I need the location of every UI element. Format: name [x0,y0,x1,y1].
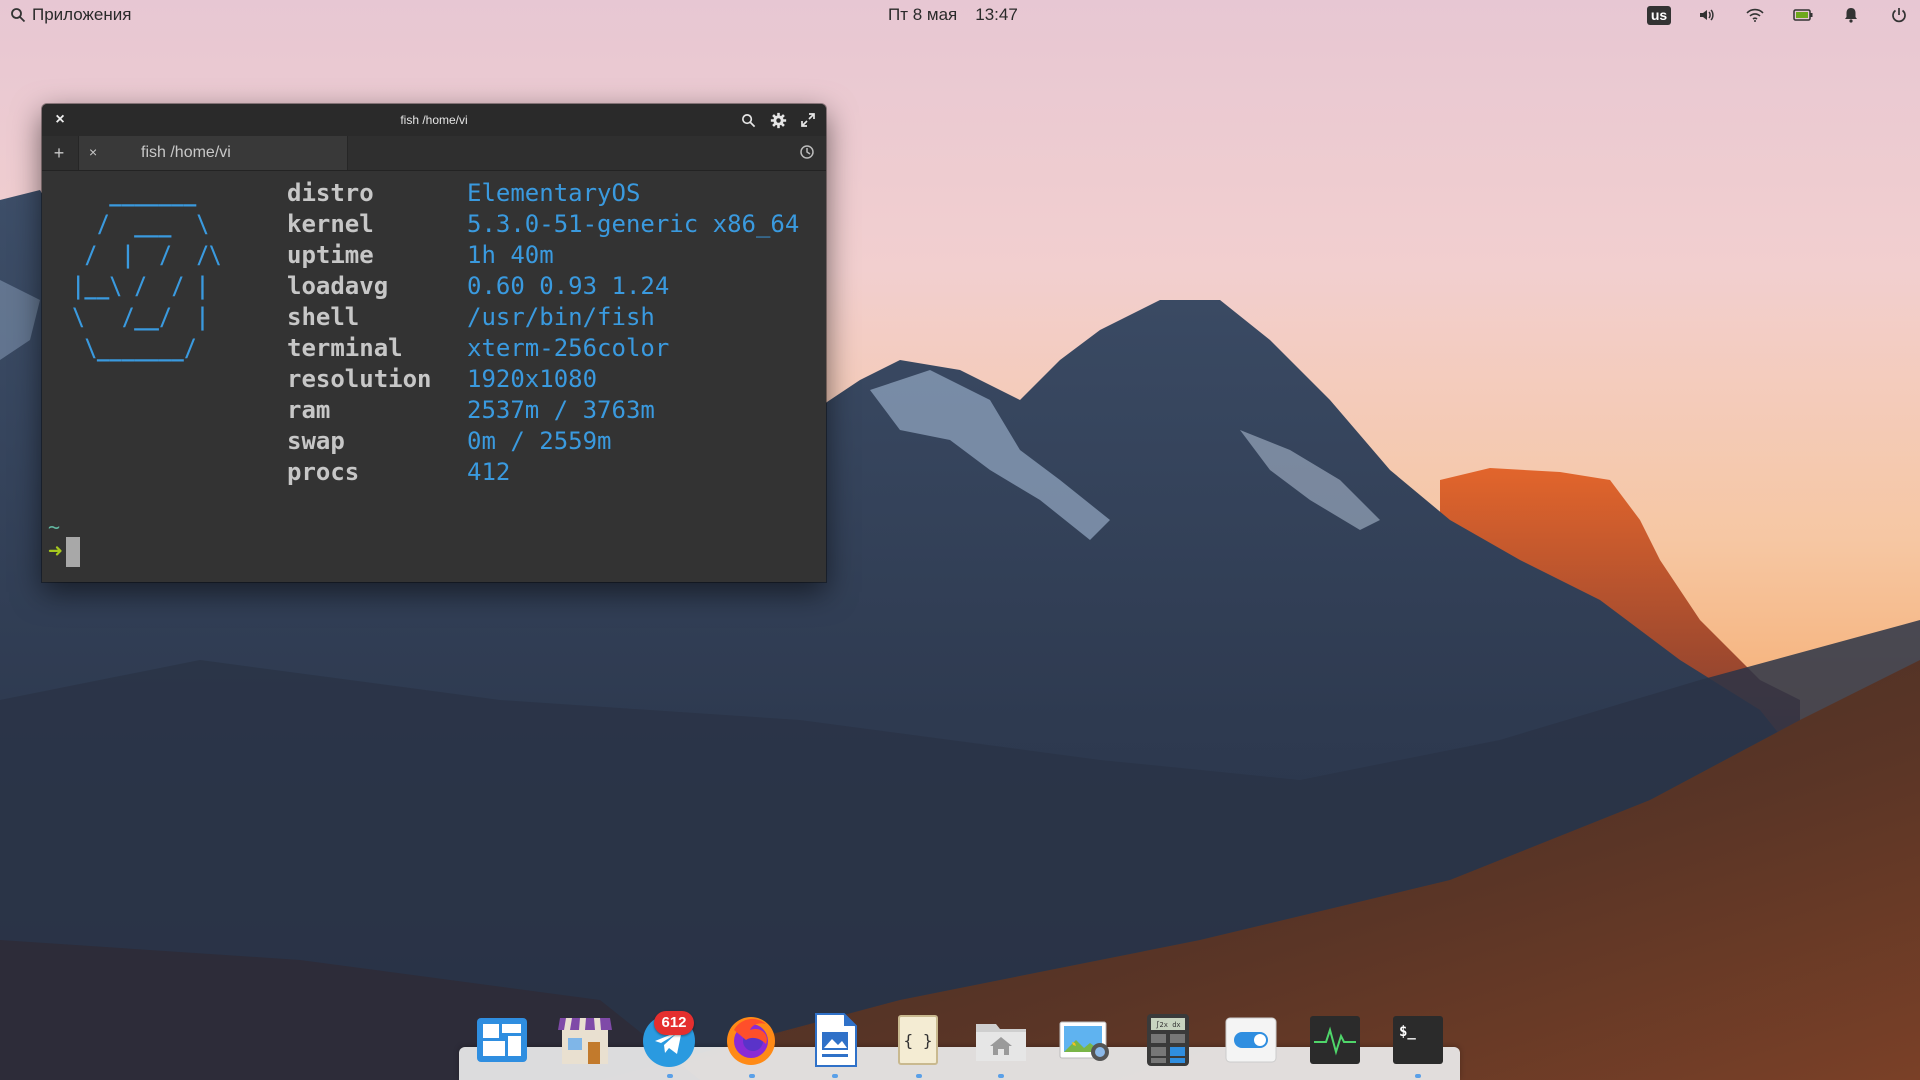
system-monitor-icon[interactable] [1304,1008,1366,1070]
info-value: 5.3.0-51-generic x86_64 [467,210,800,238]
info-key: resolution [287,365,432,393]
terminal-icon[interactable]: $_ [1387,1008,1449,1070]
prompt-arrow: ➜ [48,537,63,565]
info-value: 412 [467,458,511,486]
info-row: terminal xterm-256color [287,333,799,364]
volume-icon[interactable] [1696,4,1718,26]
code-editor-icon[interactable]: { } [887,1008,949,1070]
top-panel: Приложения Пт 8 мая 13:47 us [0,0,1920,30]
maximize-icon[interactable] [798,110,818,130]
info-key: procs [287,458,360,486]
battery-icon[interactable] [1792,4,1814,26]
date-time-indicator[interactable]: Пт 8 мая 13:47 [888,5,1018,25]
info-key: uptime [287,241,374,269]
photos-icon[interactable] [1054,1008,1116,1070]
info-row: loadavg 0.60 0.93 1.24 [287,271,799,302]
info-row: resolution 1920x1080 [287,364,799,395]
appcenter-icon[interactable] [554,1008,616,1070]
terminal-window: × fish /home/vi + × fish /home/vi ______… [42,104,826,582]
keyboard-indicator[interactable]: us [1646,4,1672,26]
running-indicator [1415,1074,1421,1078]
info-value: 2537m / 3763m [467,396,655,424]
info-row: uptime 1h 40m [287,240,799,271]
info-value: 0.60 0.93 1.24 [467,272,670,300]
tab-fish[interactable]: × fish /home/vi [78,136,348,170]
svg-text:$_: $_ [1399,1024,1416,1040]
applications-menu[interactable]: Приложения [10,5,131,25]
info-value: 1920x1080 [467,365,598,393]
running-indicator [667,1074,673,1078]
info-key: terminal [287,334,403,362]
running-indicator [749,1074,755,1078]
search-icon [11,8,26,23]
new-tab-button[interactable]: + [48,142,70,164]
svg-text:{ }: { } [904,1031,933,1050]
power-icon[interactable] [1888,4,1910,26]
date-label: Пт 8 мая [888,5,958,24]
info-row: procs 412 [287,457,799,488]
running-indicator [998,1074,1004,1078]
terminal-output[interactable]: _______ / ___ \ / | / /\ |__\ / / | \ /_… [42,170,826,582]
calculator-icon[interactable]: ∫2x dx [1137,1008,1199,1070]
system-indicators: us [1646,4,1910,26]
info-row: distro ElementaryOS [287,178,799,209]
keyboard-layout-badge: us [1646,5,1672,25]
wifi-icon[interactable] [1744,4,1766,26]
info-value: ElementaryOS [467,179,641,207]
info-key: ram [287,396,331,424]
text-cursor [66,536,81,567]
info-row: kernel 5.3.0-51-generic x86_64 [287,209,799,240]
writer-icon[interactable] [804,1008,866,1070]
info-value: /usr/bin/fish [467,303,655,331]
applications-label: Приложения [32,5,132,24]
svg-text:∫2x dx: ∫2x dx [1155,1020,1180,1029]
running-indicator [832,1074,838,1078]
firefox-icon[interactable] [720,1008,782,1070]
tab-label: fish /home/vi [141,144,231,161]
info-row: ram 2537m / 3763m [287,395,799,426]
info-value: 0m / 2559m [467,427,612,455]
search-icon[interactable] [738,110,758,130]
running-indicator [916,1074,922,1078]
unread-count-badge: 612 [654,1011,694,1035]
settings-icon[interactable] [1220,1008,1282,1070]
tab-close-button[interactable]: × [89,144,97,160]
notifications-icon[interactable] [1840,4,1862,26]
tab-bar: + × fish /home/vi [42,136,826,171]
info-value: xterm-256color [467,334,670,362]
info-key: kernel [287,210,374,238]
info-row: swap 0m / 2559m [287,426,799,457]
info-key: distro [287,179,374,207]
info-key: swap [287,427,345,455]
system-info: distro ElementaryOS kernel 5.3.0-51-generi… [287,178,799,488]
info-key: loadavg [287,272,389,300]
history-icon[interactable] [798,143,818,163]
files-icon[interactable] [970,1008,1032,1070]
info-value: 1h 40m [467,241,554,269]
time-label: 13:47 [975,5,1018,24]
info-row: shell/usr/bin/fish [287,302,799,333]
info-key: shell [287,303,360,331]
distro-ascii-logo: _______ / ___ \ / | / /\ |__\ / / | \ /_… [72,179,222,362]
window-title: fish /home/vi [400,113,468,127]
gear-icon[interactable] [768,110,788,130]
multitasking-view-icon[interactable] [471,1008,533,1070]
prompt-line[interactable]: ➜ [48,536,81,567]
terminal-titlebar[interactable]: × fish /home/vi [42,104,826,136]
